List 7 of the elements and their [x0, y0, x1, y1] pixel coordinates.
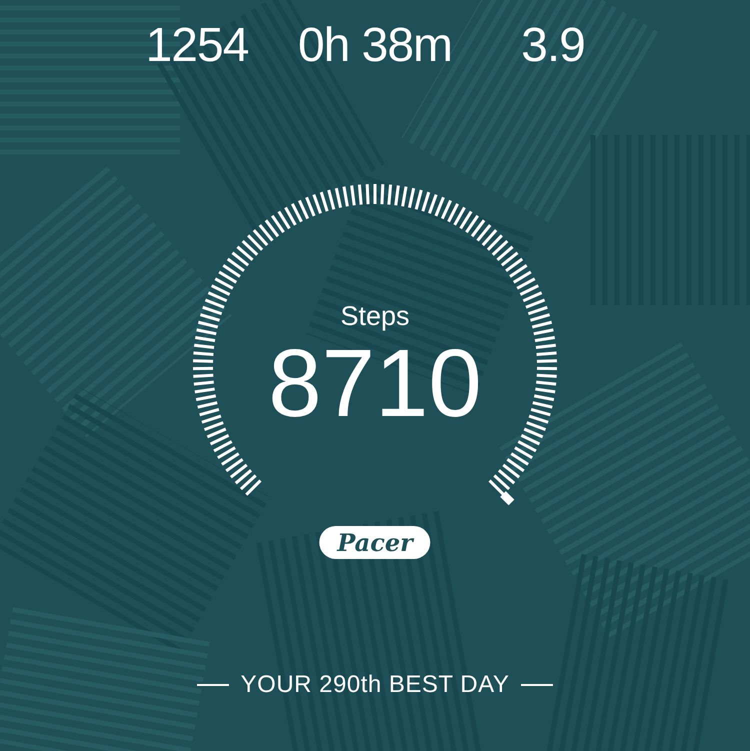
stat-value: 1254 [146, 18, 248, 73]
stat-value: 0h 38m [298, 18, 452, 73]
steps-count: 8710 [268, 336, 482, 432]
stat-value: 3.9 [521, 18, 585, 73]
best-day-text: YOUR 290th BEST DAY [240, 671, 510, 699]
brand-logo: Pacer [319, 526, 431, 559]
steps-label: Steps [340, 300, 410, 332]
